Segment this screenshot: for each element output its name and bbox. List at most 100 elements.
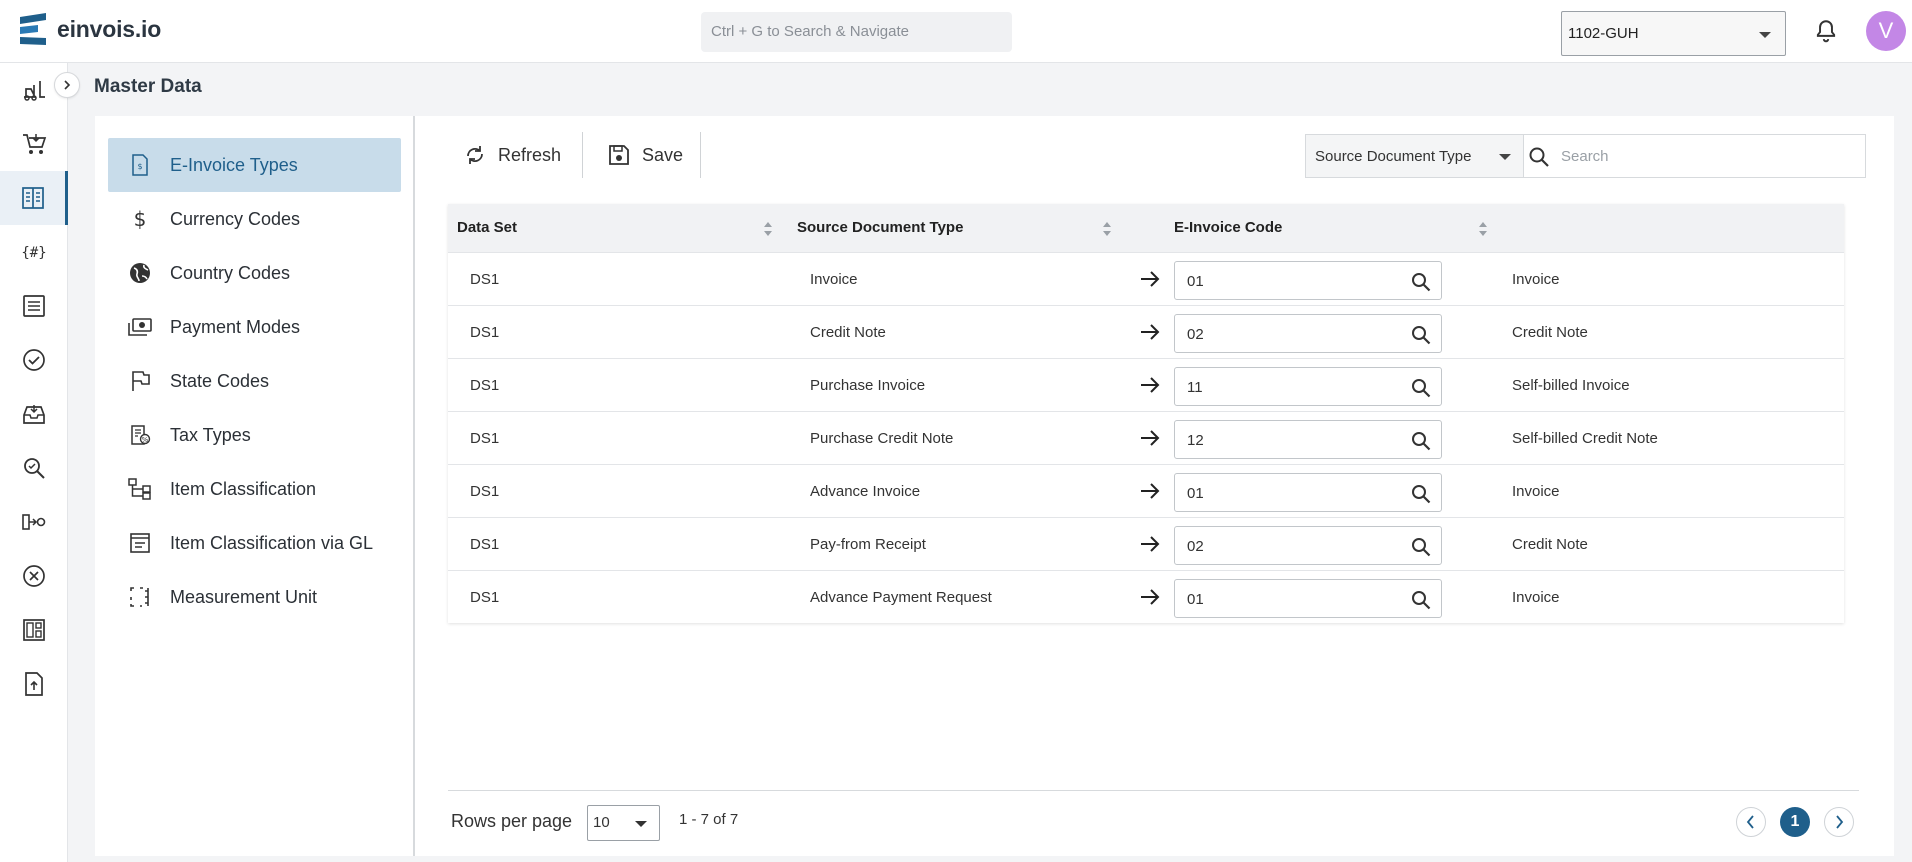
refresh-label: Refresh (498, 144, 562, 165)
arrow-right-icon (1141, 589, 1160, 605)
nav-item-tax-types[interactable]: % Tax Types (108, 408, 401, 462)
upload-file-icon[interactable] (0, 657, 68, 711)
nav-item-label: Item Classification (170, 478, 317, 499)
check-circle-icon[interactable] (0, 333, 68, 387)
e-invoice-code-input[interactable]: 11 (1174, 367, 1442, 406)
nav-item-label: E-Invoice Types (170, 154, 298, 175)
content-card: $ E-Invoice Types $ Currency Codes Count… (95, 116, 1894, 856)
next-page-button[interactable] (1824, 807, 1854, 837)
toolbar-divider (582, 132, 583, 178)
search-icon[interactable] (1411, 325, 1431, 345)
nav-item-country-codes[interactable]: Country Codes (108, 246, 401, 300)
nav-item-item-classification[interactable]: Item Classification (108, 462, 401, 516)
e-invoice-code-input[interactable]: 01 (1174, 473, 1442, 512)
previous-page-button[interactable] (1736, 807, 1766, 837)
column-header-e-invoice-code[interactable]: E-Invoice Code (1174, 204, 1282, 252)
sort-icon[interactable] (1478, 221, 1488, 237)
app-name: einvois.io (57, 15, 162, 42)
search-zoom-icon[interactable] (0, 441, 68, 495)
refresh-button[interactable]: Refresh (464, 132, 561, 178)
logo-mark-icon (20, 13, 46, 45)
e-invoice-code-input[interactable]: 12 (1174, 420, 1442, 459)
search-icon[interactable] (1411, 537, 1431, 557)
e-invoice-code-value: 01 (1187, 273, 1204, 290)
flow-icon[interactable] (0, 495, 68, 549)
e-invoice-description-cell: Self-billed Credit Note (1512, 430, 1658, 447)
company-select-value: 1102-GUH (1568, 25, 1639, 42)
sort-icon[interactable] (1102, 221, 1112, 237)
nav-item-label: Currency Codes (170, 208, 301, 229)
nav-item-e-invoice-types[interactable]: $ E-Invoice Types (108, 138, 401, 192)
company-select[interactable]: 1102-GUH (1561, 11, 1786, 56)
avatar[interactable]: V (1866, 11, 1906, 51)
mapping-table: Data Set Source Document Type E-Invoice … (448, 204, 1844, 623)
inbox-icon[interactable] (0, 387, 68, 441)
e-invoice-code-value: 12 (1187, 432, 1204, 449)
e-invoice-code-input[interactable]: 02 (1174, 526, 1442, 565)
bell-icon[interactable] (1813, 17, 1839, 45)
search-icon[interactable] (1411, 590, 1431, 610)
save-icon (609, 145, 629, 165)
nav-item-state-codes[interactable]: State Codes (108, 354, 401, 408)
chevron-down-icon (635, 821, 647, 827)
data-set-cell: DS1 (470, 483, 500, 500)
source-document-cell: Purchase Credit Note (810, 430, 954, 447)
table-row: DS1 Purchase Invoice 11 Self-billed Invo… (448, 358, 1844, 411)
e-invoice-code-input[interactable]: 02 (1174, 314, 1442, 353)
e-invoice-code-input[interactable]: 01 (1174, 579, 1442, 618)
rows-per-page-select[interactable]: 10 (587, 805, 660, 841)
nav-item-label: Tax Types (170, 424, 251, 445)
layout-icon[interactable] (0, 603, 68, 657)
top-bar: einvois.io Ctrl + G to Search & Navigate… (0, 0, 1912, 63)
chevron-down-icon (1499, 154, 1511, 160)
arrow-right-icon (1141, 483, 1160, 499)
main-panel: Refresh Save Source Document Type Search… (415, 116, 1894, 856)
expand-sidebar-button[interactable] (54, 72, 80, 98)
icon-rail: {#} (0, 63, 68, 862)
page-title: Master Data (94, 76, 202, 97)
arrow-right-icon (1141, 536, 1160, 552)
svg-text:%: % (142, 436, 149, 444)
table-row: DS1 Advance Invoice 01 Invoice (448, 464, 1844, 517)
footer-divider (448, 790, 1859, 791)
search-icon[interactable] (1411, 272, 1431, 292)
global-search-input[interactable]: Ctrl + G to Search & Navigate (701, 12, 1012, 52)
source-document-cell: Advance Payment Request (810, 589, 992, 606)
e-invoice-code-value: 11 (1187, 379, 1203, 396)
cancel-circle-icon[interactable] (0, 549, 68, 603)
app-logo[interactable]: einvois.io (18, 13, 161, 45)
flag-icon (128, 369, 152, 393)
sort-icon[interactable] (763, 221, 773, 237)
column-header-source-document-type[interactable]: Source Document Type (797, 204, 963, 252)
source-document-cell: Pay-from Receipt (810, 536, 926, 553)
table-row: DS1 Advance Payment Request 01 Invoice (448, 570, 1844, 623)
svg-text:$: $ (137, 162, 142, 171)
nav-item-label: Item Classification via GL (170, 532, 374, 553)
search-field-select-value: Source Document Type (1315, 148, 1472, 165)
e-invoice-code-input[interactable]: 01 (1174, 261, 1442, 300)
svg-text:$: $ (134, 208, 147, 230)
e-invoice-description-cell: Invoice (1512, 589, 1560, 606)
globe-icon (128, 261, 152, 285)
source-document-cell: Purchase Invoice (810, 377, 926, 394)
nav-item-measurement-unit[interactable]: Measurement Unit (108, 570, 401, 624)
e-invoice-description-cell: Invoice (1512, 271, 1560, 288)
hash-braces-icon[interactable]: {#} (0, 225, 68, 279)
page-number-button[interactable]: 1 (1780, 807, 1810, 837)
cart-icon[interactable] (0, 117, 68, 171)
search-icon[interactable] (1411, 431, 1431, 451)
search-icon[interactable] (1411, 378, 1431, 398)
search-input[interactable]: Search (1524, 134, 1866, 178)
nav-item-item-classification-gl[interactable]: Item Classification via GL (108, 516, 401, 570)
document-list-icon[interactable] (0, 279, 68, 333)
search-icon[interactable] (1411, 484, 1431, 504)
nav-item-currency-codes[interactable]: $ Currency Codes (108, 192, 401, 246)
hierarchy-icon (128, 477, 152, 501)
source-document-cell: Invoice (810, 271, 858, 288)
arrow-right-icon (1141, 377, 1160, 393)
search-field-select[interactable]: Source Document Type (1305, 134, 1524, 178)
save-button[interactable]: Save (608, 132, 683, 178)
column-header-data-set[interactable]: Data Set (457, 204, 517, 252)
nav-item-payment-modes[interactable]: Payment Modes (108, 300, 401, 354)
master-data-icon[interactable] (0, 171, 68, 225)
